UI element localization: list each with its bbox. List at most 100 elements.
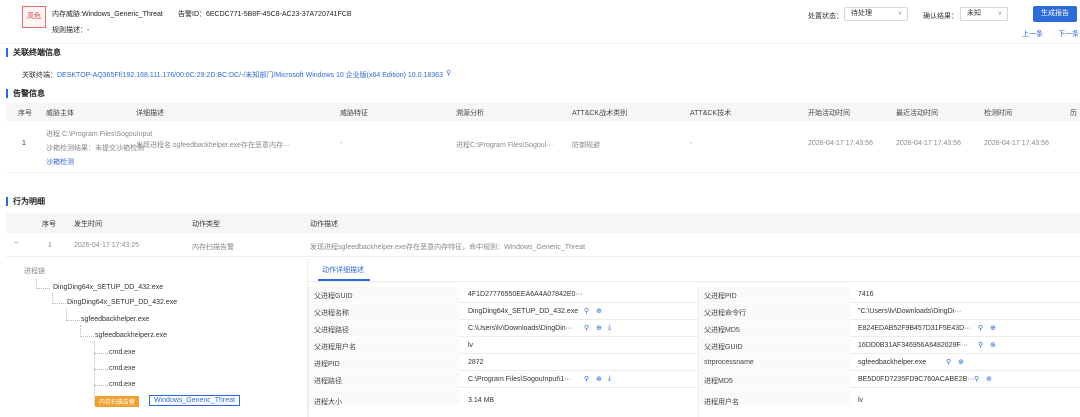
detail-value: DingDing64x_SETUP_DD_432.exe: [468, 308, 579, 315]
detail-key: 父进程命令行: [704, 310, 746, 317]
detail-key: 进程大小: [314, 399, 342, 406]
tree-line: [94, 353, 108, 354]
detail-value: 2872: [468, 359, 484, 366]
detail-value: C:\Program Files\SogouInput\1···: [468, 376, 572, 383]
threat-name: 内存威胁:Windows_Generic_Threat: [52, 11, 163, 18]
rule-description: 规则描述：-: [52, 27, 90, 34]
grid-border: [308, 287, 309, 417]
zoom-icon[interactable]: ⊕: [990, 341, 996, 349]
alert-row-start: 2026-04-17 17:43:56: [808, 140, 873, 147]
zoom-icon[interactable]: ⊕: [986, 375, 992, 383]
sandbox-detect-link[interactable]: 沙箱检测: [46, 157, 74, 167]
detail-key: 父进程GUID: [704, 344, 743, 351]
search-icon[interactable]: ⚲: [446, 69, 451, 77]
tree-node[interactable]: sgfeedbackhelper.exe: [81, 316, 149, 323]
col-subject: 威胁主体: [46, 110, 74, 117]
detail-key: 父进程GUID: [314, 293, 353, 300]
tree-node[interactable]: DingDing64x_SETUP_DD_432.exe: [67, 299, 177, 306]
detail-row: 父进程用户名 lv 父进程GUID 16DD0B31AF346956A64820…: [308, 338, 1080, 354]
detail-row: 父进程名称 DingDing64x_SETUP_DD_432.exe ⚲ ⊕ 父…: [308, 304, 1080, 320]
grid-border: [698, 287, 699, 417]
related-terminal-title: 关联终端信息: [6, 48, 61, 57]
status-select[interactable]: 待处理 ∨: [844, 7, 908, 21]
detail-key: strprocessname: [704, 359, 754, 366]
status-select-value: 待处理: [851, 10, 872, 17]
severity-tag: 高危: [22, 6, 46, 28]
detail-key: 进程路径: [314, 378, 342, 385]
tree-node[interactable]: cmd.exe: [109, 349, 135, 356]
detail-value: 4F1D27776550EEA6A4A07842E0···: [468, 291, 583, 298]
zoom-icon[interactable]: ⊕: [596, 375, 602, 383]
search-icon[interactable]: ⚲: [584, 307, 589, 315]
related-terminal-label: 关联终端：: [22, 72, 57, 79]
detail-value: BE5D0FD7235FD9C760ACABE2B···: [858, 376, 975, 383]
alert-row-sandbox: 沙箱检测结果：未提交沙箱检测: [46, 145, 144, 152]
prev-link[interactable]: 上一条: [1022, 29, 1043, 39]
tree-node[interactable]: cmd.exe: [109, 381, 135, 388]
zoom-icon[interactable]: ⊕: [958, 358, 964, 366]
beh-col-index: 序号: [42, 221, 56, 228]
zoom-icon[interactable]: ⊕: [596, 307, 602, 315]
col-description: 详细描述: [136, 110, 164, 117]
confirm-label: 确认结果：: [923, 13, 958, 20]
col-feature: 威胁特征: [340, 110, 368, 117]
tree-node[interactable]: sgfeedbackhelperz.exe: [95, 332, 167, 339]
col-recent-time: 最近活动时间: [896, 110, 938, 117]
chevron-down-icon: ∨: [897, 11, 902, 17]
behavior-title: 行为明细: [6, 197, 45, 206]
alert-row-technique: -: [690, 140, 693, 147]
search-icon[interactable]: ⚲: [584, 375, 589, 383]
generate-report-button[interactable]: 生成报告: [1033, 6, 1077, 22]
download-icon[interactable]: ⤓: [608, 375, 611, 383]
search-icon[interactable]: ⚲: [584, 324, 589, 332]
alert-header: 高危 内存威胁:Windows_Generic_Threat 告警ID：6ECD…: [0, 0, 1080, 44]
alert-row-trace: 进程C:\Program Files\Sogoul···: [456, 142, 554, 149]
confirm-select[interactable]: 未知 ∨: [960, 7, 1008, 21]
collapse-icon[interactable]: −: [14, 240, 18, 247]
tab-action-detail[interactable]: 动作详细描述: [322, 265, 364, 275]
detail-key: 进程用户名: [704, 399, 739, 406]
divider: [308, 281, 1080, 282]
zoom-icon[interactable]: ⊕: [990, 324, 996, 332]
detail-row: 进程大小 3.14 MB 进程用户名 lv: [308, 389, 1080, 417]
detail-row: 父进程GUID 4F1D27776550EEA6A4A07842E0··· 父进…: [308, 287, 1080, 303]
detail-value: E824EDAB52F9B457D31F5E43D···: [858, 325, 972, 332]
zoom-icon[interactable]: ⊕: [596, 324, 602, 332]
tree-line: [52, 303, 66, 304]
search-icon[interactable]: ⚲: [974, 375, 979, 383]
col-technique: ATT&CK技术: [690, 110, 732, 117]
related-terminal-link[interactable]: DESKTOP-AQ365Ff/192.168.111.176/00:0C:29…: [57, 70, 443, 80]
tree-line: [66, 320, 80, 321]
detail-value: lv: [468, 342, 474, 349]
alert-row-index: 1: [22, 140, 26, 147]
tree-line: [80, 336, 94, 337]
status-label: 处置状态：: [808, 13, 843, 20]
search-icon[interactable]: ⚲: [978, 341, 983, 349]
detail-value: sgfeedbackhelper.exe: [858, 359, 927, 366]
download-icon[interactable]: ⤓: [608, 324, 611, 332]
alert-row-description: 发现进程名:sgfeedbackhelper.exe存在恶意内存···: [136, 142, 291, 149]
search-icon[interactable]: ⚲: [978, 324, 983, 332]
tree-node[interactable]: cmd.exe: [109, 365, 135, 372]
beh-row-type: 内存扫描告警: [192, 244, 234, 251]
chevron-down-icon: ∨: [997, 11, 1002, 17]
detail-key: 父进程路径: [314, 327, 349, 334]
detail-key: 父进程MD5: [704, 327, 740, 334]
search-icon[interactable]: ⚲: [946, 358, 951, 366]
detail-key: 父进程名称: [314, 310, 349, 317]
next-link[interactable]: 下一条: [1058, 29, 1079, 39]
detail-key: 进程MD5: [704, 378, 733, 385]
tree-node[interactable]: DingDing64x_SETUP_DD_432.exe: [53, 284, 163, 291]
detail-value: 7416: [858, 291, 874, 298]
process-tree-title: 进程链: [24, 268, 45, 275]
beh-col-type: 动作类型: [192, 221, 220, 228]
alert-row-subject: 进程 C:\Program Files\SogouInput: [46, 131, 153, 138]
beh-col-desc: 动作描述: [310, 221, 338, 228]
detail-value: 3.14 MB: [468, 397, 495, 404]
detail-value: C:\Users\lv\Downloads\DingDin···: [468, 325, 573, 332]
detail-value: lv: [858, 397, 864, 404]
detail-key: 父进程PID: [704, 293, 737, 300]
beh-col-time: 发生时间: [74, 221, 102, 228]
tree-line: [36, 288, 50, 289]
detail-key: 进程PID: [314, 361, 340, 368]
